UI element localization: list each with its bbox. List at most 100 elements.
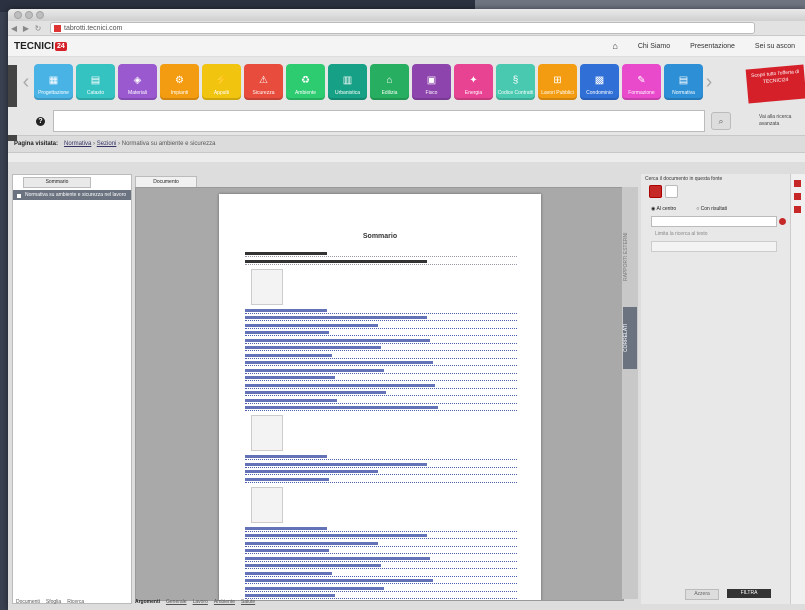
sommario-dropdown[interactable]: Sommario xyxy=(23,177,91,188)
limit-checkbox[interactable]: Limita la ricerca al testo xyxy=(655,231,777,237)
toc-entry[interactable] xyxy=(245,556,517,562)
toc-entry[interactable] xyxy=(245,477,517,483)
app-tile[interactable]: ▩ Condominio xyxy=(580,64,619,100)
reload-icon[interactable]: ↻ xyxy=(32,24,44,33)
filter-select[interactable] xyxy=(651,241,777,252)
toc-entry[interactable] xyxy=(245,338,517,344)
filter-input[interactable] xyxy=(651,216,786,227)
tab-ricerca[interactable]: Ricerca xyxy=(67,599,84,608)
footer-link[interactable]: Ambiente xyxy=(214,599,235,608)
toc-entry[interactable] xyxy=(245,331,517,336)
toc-entry[interactable] xyxy=(245,308,517,314)
viewer-footer: Argomenti Generale Lavoro Ambiente Salut… xyxy=(135,599,622,608)
document-viewer[interactable]: Sommario xyxy=(135,187,624,601)
document-page: Sommario xyxy=(219,194,541,600)
app-tile[interactable]: ▤ Catasto xyxy=(76,64,115,100)
reset-button[interactable]: Azzera xyxy=(685,589,719,600)
nav-link-account[interactable]: Sei su ascon xyxy=(755,43,795,50)
app-tile-label: Normativa xyxy=(672,90,695,96)
browser-window: ◀ ▶ ↻ tabrotti.tecnici.com TECNICI 24 ⌂ … xyxy=(8,9,805,610)
breadcrumb-item[interactable]: Sezioni xyxy=(97,141,117,147)
toc-entry[interactable] xyxy=(245,406,517,411)
search-icon[interactable]: ⌕ xyxy=(711,112,731,130)
document-icon[interactable] xyxy=(665,185,678,198)
nav-link-presentazione[interactable]: Presentazione xyxy=(690,43,735,50)
toc-entry[interactable] xyxy=(245,571,517,577)
zoom-window-button[interactable] xyxy=(36,11,44,19)
app-tile[interactable]: ▦ Progettazione xyxy=(34,64,73,100)
app-tile[interactable]: ♻ Ambiente xyxy=(286,64,325,100)
app-tile[interactable]: ▤ Normativa xyxy=(664,64,703,100)
toc-entry[interactable] xyxy=(245,252,517,257)
record-icon[interactable] xyxy=(649,185,662,198)
chevron-left-icon[interactable]: ‹ xyxy=(20,71,32,94)
app-tile[interactable]: ⊞ Lavori Pubblici xyxy=(538,64,577,100)
app-tile[interactable]: ✎ Formazione xyxy=(622,64,661,100)
app-tile[interactable]: ⌂ Edilizia xyxy=(370,64,409,100)
radio-al-centro[interactable]: ◉ Al centro xyxy=(651,206,676,212)
forward-arrow-icon[interactable]: ▶ xyxy=(20,24,32,33)
toc-entry[interactable] xyxy=(245,368,517,374)
toc-entry[interactable] xyxy=(245,316,517,321)
app-tile-icon: ✎ xyxy=(637,75,646,86)
toc-entry[interactable] xyxy=(245,462,517,468)
toc-entry[interactable] xyxy=(245,564,517,569)
breadcrumb-item[interactable]: Normativa xyxy=(64,141,91,147)
app-tile[interactable]: ⚙ Impianti xyxy=(160,64,199,100)
toc-entry[interactable] xyxy=(245,259,517,265)
app-tile[interactable]: ▣ Fisco xyxy=(412,64,451,100)
footer-link[interactable]: Salute xyxy=(241,599,255,608)
app-tile[interactable]: ▥ Urbanistica xyxy=(328,64,367,100)
app-tile[interactable]: ✦ Energia xyxy=(454,64,493,100)
tool-icon[interactable] xyxy=(794,206,801,213)
toc-entry[interactable] xyxy=(245,391,517,396)
footer-link[interactable]: Lavoro xyxy=(193,599,208,608)
toc-entry[interactable] xyxy=(245,383,517,389)
toc-entry[interactable] xyxy=(245,541,517,547)
tab-rapporti[interactable]: RAPPORTI ESTERNI xyxy=(623,217,637,297)
toc-entry[interactable] xyxy=(245,586,517,592)
toc-entry[interactable] xyxy=(245,549,517,554)
tree-item-selected[interactable]: Normativa su ambiente e sicurezza nel la… xyxy=(13,190,131,200)
home-icon[interactable]: ⌂ xyxy=(612,41,617,51)
app-tile[interactable]: ⚡ Appalti xyxy=(202,64,241,100)
back-arrow-icon[interactable]: ◀ xyxy=(8,24,20,33)
site-logo[interactable]: TECNICI 24 xyxy=(14,41,67,52)
tab-sfoglia[interactable]: Sfoglia xyxy=(46,599,61,608)
toc-entry[interactable] xyxy=(245,353,517,359)
app-tile-icon: § xyxy=(512,75,519,86)
help-icon[interactable]: ? xyxy=(36,116,45,126)
toc-entry[interactable] xyxy=(245,361,517,366)
app-tile[interactable]: ⚠ Sicurezza xyxy=(244,64,283,100)
footer-link[interactable]: Generale xyxy=(166,599,187,608)
app-tile[interactable]: ◈ Materiali xyxy=(118,64,157,100)
tab-documenti[interactable]: Documenti xyxy=(16,599,40,608)
advanced-search-link[interactable]: Vai alla ricerca avanzata xyxy=(759,114,799,128)
toc-entry[interactable] xyxy=(245,376,517,381)
promo-banner[interactable]: Scopri tutto l'offerta di TECNICI24 xyxy=(745,64,805,104)
toc-entry[interactable] xyxy=(245,579,517,584)
tool-icon[interactable] xyxy=(794,193,801,200)
browser-toolbar: ◀ ▶ ↻ tabrotti.tecnici.com xyxy=(8,21,805,36)
app-tile[interactable]: § Codice Contratti xyxy=(496,64,535,100)
radio-con-risultati[interactable]: ○ Con risultati xyxy=(696,206,727,212)
toc-entry[interactable] xyxy=(245,526,517,532)
address-bar[interactable]: tabrotti.tecnici.com xyxy=(50,22,755,34)
toc-entry[interactable] xyxy=(245,323,517,329)
tool-icon[interactable] xyxy=(794,180,801,187)
toc-entry[interactable] xyxy=(245,455,517,460)
tab-correlati[interactable]: CORRELATI xyxy=(623,307,637,369)
toc-entry[interactable] xyxy=(245,470,517,475)
chevron-right-icon[interactable]: › xyxy=(703,71,715,94)
search-input[interactable] xyxy=(53,110,705,132)
right-panel-icons xyxy=(649,185,783,198)
filter-button[interactable]: FILTRA xyxy=(727,589,771,598)
clear-icon[interactable] xyxy=(779,218,786,225)
toc-entry[interactable] xyxy=(245,346,517,351)
close-window-button[interactable] xyxy=(14,11,22,19)
minimize-window-button[interactable] xyxy=(25,11,33,19)
nav-link-chi-siamo[interactable]: Chi Siamo xyxy=(638,43,670,50)
toc-entry[interactable] xyxy=(245,534,517,539)
breadcrumb-current: Normativa su ambiente e sicurezza xyxy=(121,141,216,147)
toc-entry[interactable] xyxy=(245,398,517,404)
